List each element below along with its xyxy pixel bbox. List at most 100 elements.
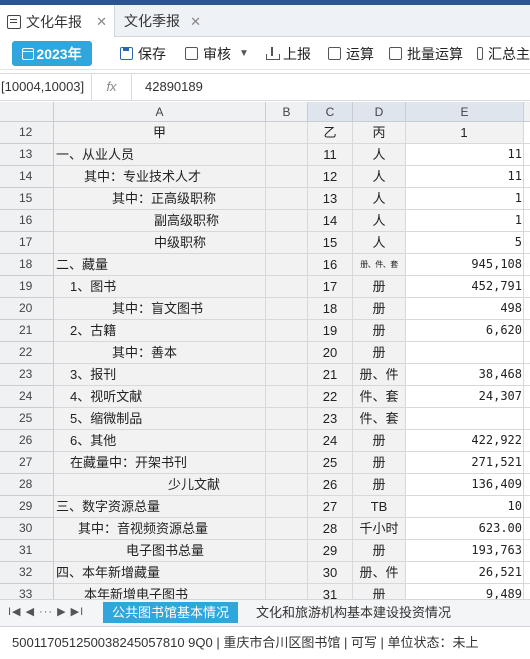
cell-unit[interactable]: 丙 [353, 122, 406, 144]
save-button[interactable]: 保存 [120, 37, 166, 70]
formula-value[interactable]: 42890189 [145, 74, 203, 100]
cell-value[interactable] [406, 408, 524, 430]
cell-code[interactable]: 20 [308, 342, 353, 364]
cell-b[interactable] [266, 474, 308, 496]
cell-code[interactable]: 13 [308, 188, 353, 210]
cell-b[interactable] [266, 584, 308, 599]
cell-code[interactable]: 26 [308, 474, 353, 496]
cell-unit[interactable]: 册 [353, 430, 406, 452]
cell-f[interactable] [524, 364, 530, 386]
row-number[interactable]: 17 [0, 232, 54, 254]
cell-item-name[interactable]: 6、其他 [54, 430, 266, 452]
cell-f[interactable] [524, 584, 530, 599]
cell-b[interactable] [266, 210, 308, 232]
column-header-f[interactable] [524, 102, 530, 122]
row-number[interactable]: 21 [0, 320, 54, 342]
year-selector-button[interactable]: 2023年 [12, 41, 92, 66]
cell-unit[interactable]: 千小时 [353, 518, 406, 540]
cell-f[interactable] [524, 496, 530, 518]
row-number[interactable]: 13 [0, 144, 54, 166]
row-number[interactable]: 22 [0, 342, 54, 364]
cell-item-name[interactable]: 一、从业人员 [54, 144, 266, 166]
calculate-button[interactable]: 运算 [328, 37, 374, 70]
cell-value[interactable]: 11 [406, 166, 524, 188]
cell-code[interactable]: 16 [308, 254, 353, 276]
row-number[interactable]: 18 [0, 254, 54, 276]
cell-f[interactable] [524, 122, 530, 144]
row-number[interactable]: 24 [0, 386, 54, 408]
cell-f[interactable] [524, 474, 530, 496]
tab-quarterly-report[interactable]: 文化季报 ✕ [115, 5, 209, 37]
cell-f[interactable] [524, 188, 530, 210]
cell-value[interactable]: 5 [406, 232, 524, 254]
cell-f[interactable] [524, 452, 530, 474]
row-number[interactable]: 12 [0, 122, 54, 144]
cell-f[interactable] [524, 518, 530, 540]
cell-value[interactable]: 38,468 [406, 364, 524, 386]
audit-button[interactable]: 审核 ▼ [185, 37, 249, 70]
row-number[interactable]: 29 [0, 496, 54, 518]
cell-unit[interactable]: 册 [353, 540, 406, 562]
cell-reference[interactable]: [10004,10003] [0, 74, 92, 100]
cell-code[interactable]: 24 [308, 430, 353, 452]
row-number[interactable]: 19 [0, 276, 54, 298]
cell-item-name[interactable]: 副高级职称 [54, 210, 266, 232]
cell-f[interactable] [524, 210, 530, 232]
cell-f[interactable] [524, 386, 530, 408]
cell-b[interactable] [266, 188, 308, 210]
cell-item-name[interactable]: 其中：音视频资源总量 [54, 518, 266, 540]
cell-code[interactable]: 29 [308, 540, 353, 562]
cell-unit[interactable]: 人 [353, 210, 406, 232]
cell-code[interactable]: 28 [308, 518, 353, 540]
row-number[interactable]: 20 [0, 298, 54, 320]
cell-value[interactable]: 422,922 [406, 430, 524, 452]
row-number[interactable]: 14 [0, 166, 54, 188]
cell-item-name[interactable]: 3、报刊 [54, 364, 266, 386]
cell-unit[interactable]: 件、套 [353, 408, 406, 430]
cell-b[interactable] [266, 342, 308, 364]
cell-b[interactable] [266, 430, 308, 452]
column-header-d[interactable]: D [353, 102, 406, 122]
cell-unit[interactable]: 册、件 [353, 562, 406, 584]
cell-f[interactable] [524, 276, 530, 298]
cell-b[interactable] [266, 144, 308, 166]
row-number[interactable]: 30 [0, 518, 54, 540]
cell-f[interactable] [524, 298, 530, 320]
cell-f[interactable] [524, 430, 530, 452]
cell-f[interactable] [524, 232, 530, 254]
sheet-navigation[interactable]: I◀ ◀ ··· ▶ ▶I [8, 605, 84, 618]
cell-unit[interactable]: 人 [353, 166, 406, 188]
cell-item-name[interactable]: 少儿文献 [54, 474, 266, 496]
close-icon[interactable]: ✕ [190, 14, 201, 30]
cell-code[interactable]: 18 [308, 298, 353, 320]
cell-code[interactable]: 15 [308, 232, 353, 254]
cell-item-name[interactable]: 4、视听文献 [54, 386, 266, 408]
cell-f[interactable] [524, 144, 530, 166]
sheet-tab-investment[interactable]: 文化和旅游机构基本建设投资情况 [247, 602, 460, 623]
cell-f[interactable] [524, 562, 530, 584]
cell-b[interactable] [266, 452, 308, 474]
cell-value[interactable]: 623.00 [406, 518, 524, 540]
cell-item-name[interactable]: 本年新增电子图书 [54, 584, 266, 599]
cell-unit[interactable]: 件、套 [353, 386, 406, 408]
cell-b[interactable] [266, 254, 308, 276]
cell-b[interactable] [266, 518, 308, 540]
cell-b[interactable] [266, 122, 308, 144]
cell-unit[interactable]: 册、件 [353, 364, 406, 386]
cell-b[interactable] [266, 562, 308, 584]
cell-b[interactable] [266, 540, 308, 562]
cell-item-name[interactable]: 四、本年新增藏量 [54, 562, 266, 584]
cell-unit[interactable]: TB [353, 496, 406, 518]
cell-item-name[interactable]: 中级职称 [54, 232, 266, 254]
cell-code[interactable]: 12 [308, 166, 353, 188]
cell-b[interactable] [266, 276, 308, 298]
cell-item-name[interactable]: 其中：专业技术人才 [54, 166, 266, 188]
cell-item-name[interactable]: 1、图书 [54, 276, 266, 298]
cell-value[interactable]: 9,489 [406, 584, 524, 599]
cell-value[interactable]: 24,307 [406, 386, 524, 408]
row-number[interactable]: 33 [0, 584, 54, 599]
cell-code[interactable]: 11 [308, 144, 353, 166]
cell-unit[interactable]: 人 [353, 188, 406, 210]
sheet-tab-library-basic[interactable]: 公共图书馆基本情况 [103, 602, 239, 623]
cell-item-name[interactable]: 在藏量中：开架书刊 [54, 452, 266, 474]
